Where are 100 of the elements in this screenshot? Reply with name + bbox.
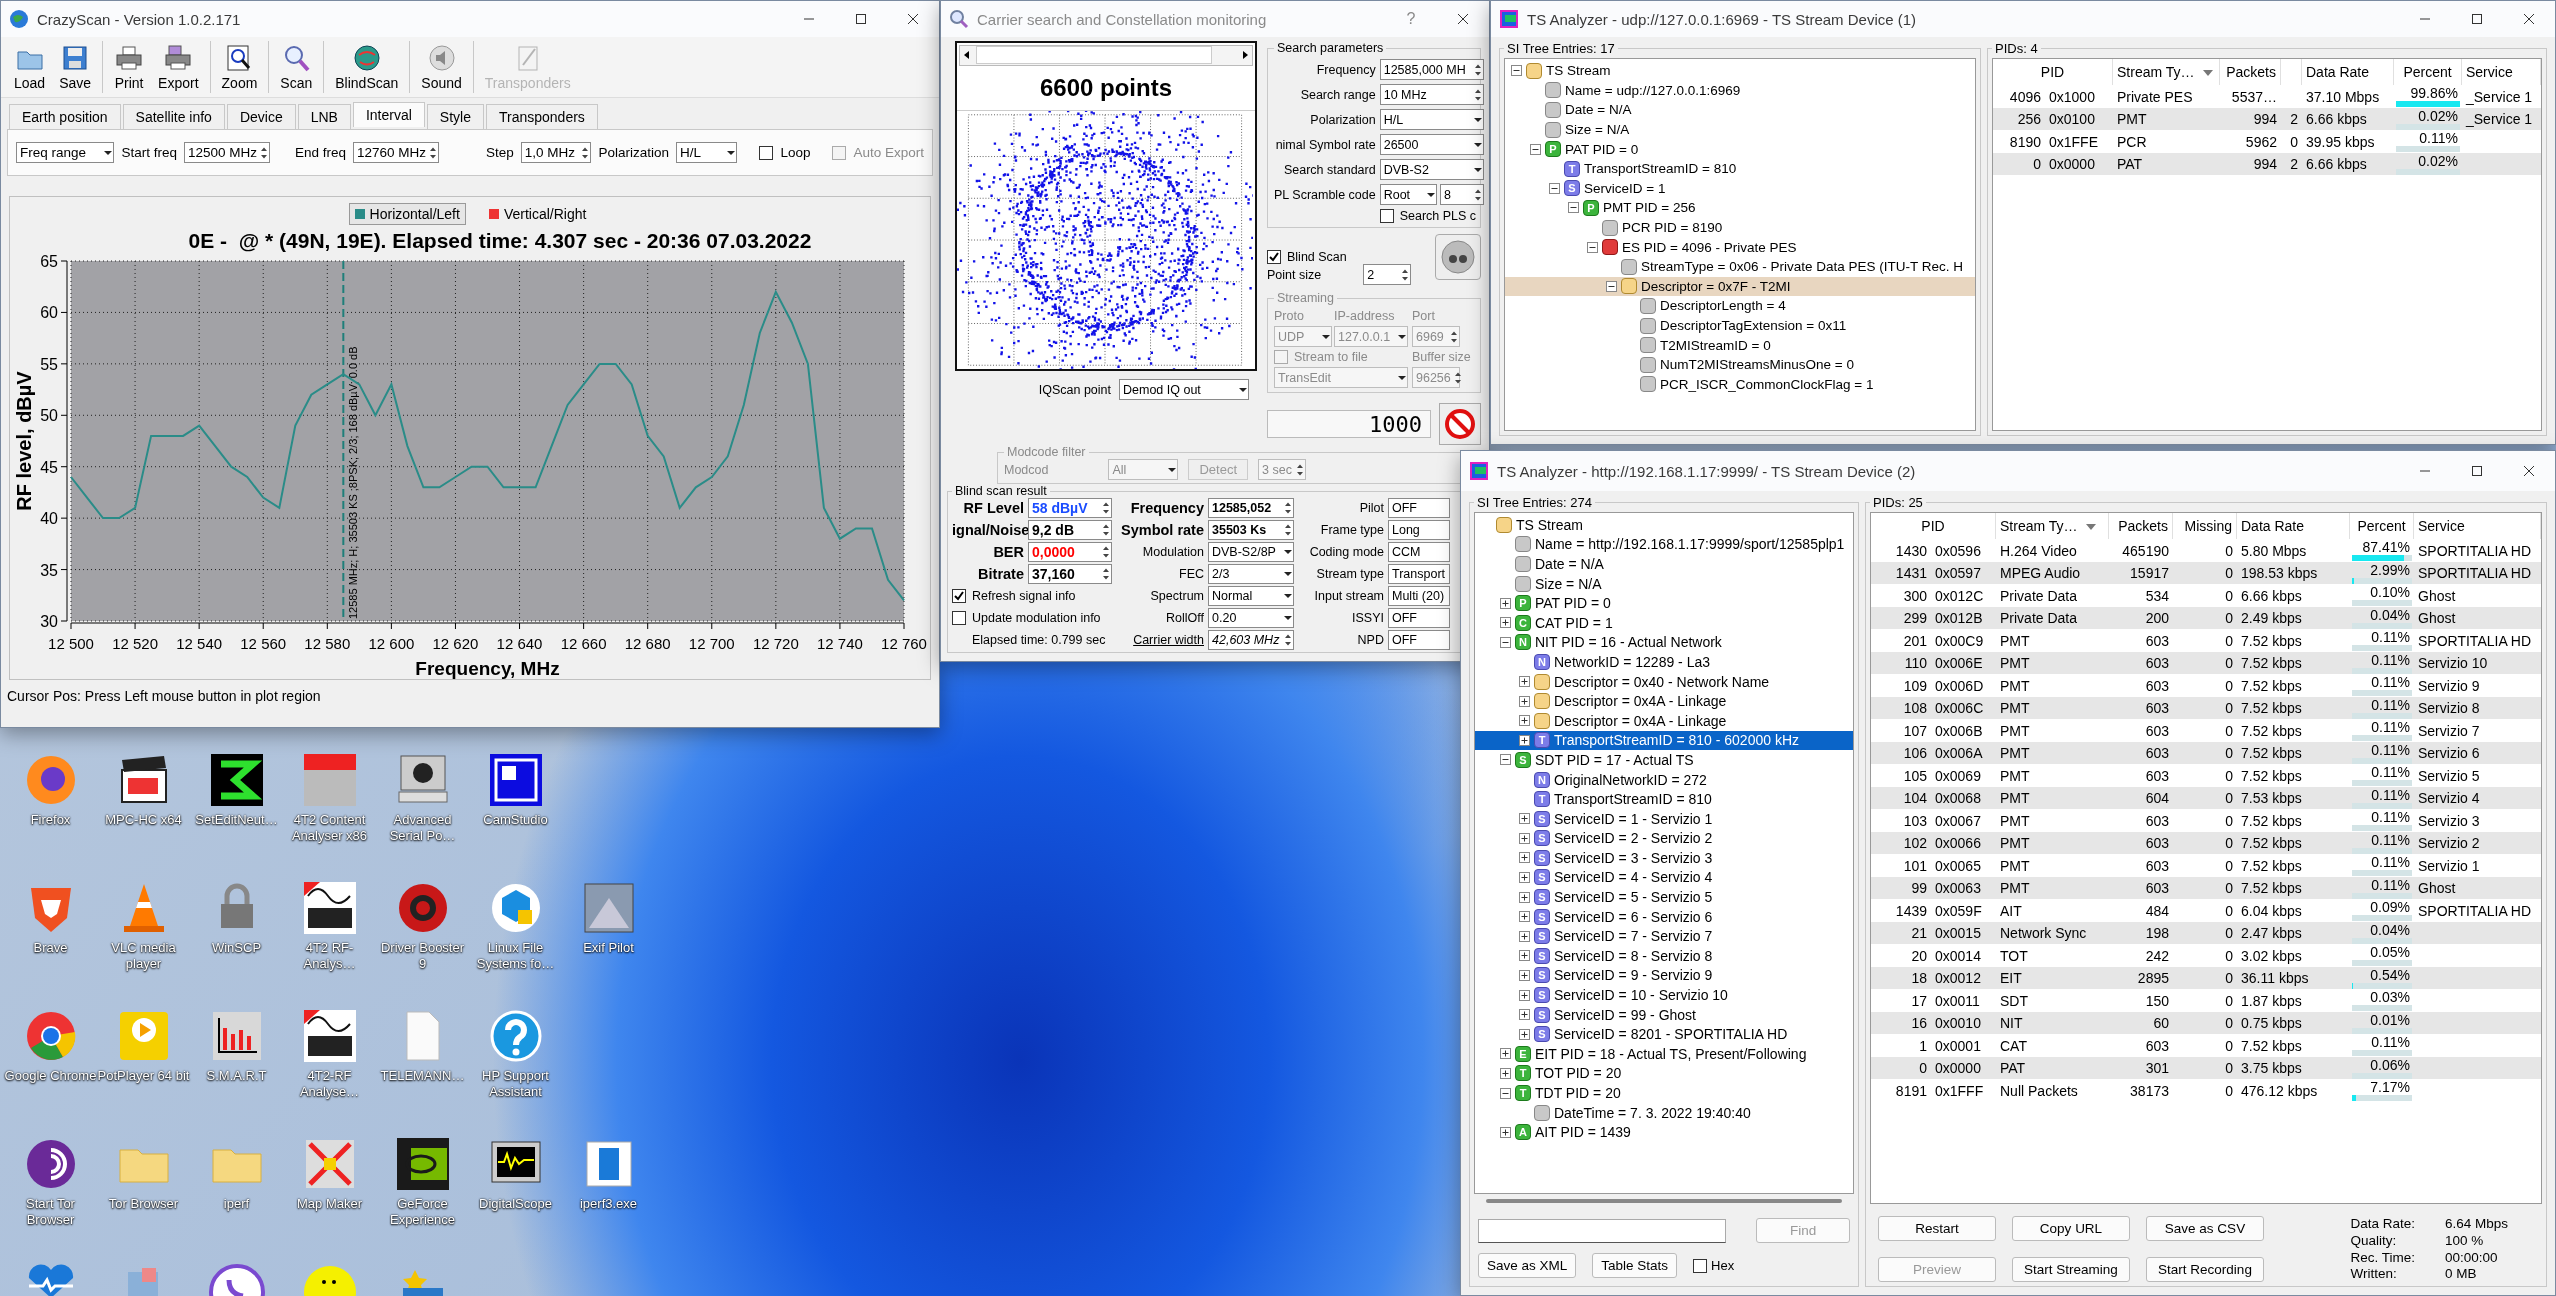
tree-item[interactable]: P PMT PID = 256 (1505, 198, 1975, 218)
tree-item[interactable]: PCR PID = 8190 (1505, 217, 1975, 238)
table-row[interactable]: 8191 0x1FFF Null Packets 38173 0 476.12 kbps 7.17% (1871, 1079, 2541, 1102)
spin-field[interactable]: 12500 MHz (183, 142, 270, 163)
collapse-icon[interactable] (1549, 182, 1560, 194)
column-header[interactable]: Missing (2173, 513, 2237, 539)
tree-item[interactable]: S ServiceID = 2 - Servizio 2 (1475, 828, 1853, 849)
tree-item[interactable]: TS Stream (1475, 515, 1853, 535)
table-row[interactable]: 103 0x0067 PMT 603 0 7.52 kbps 0.11% Servizio 3 (1871, 809, 2541, 832)
dropdown[interactable]: DVB-S2 (1379, 159, 1484, 180)
action-button[interactable]: Start Recording (2146, 1257, 2264, 1282)
column-header[interactable]: PID (1993, 59, 2113, 85)
spin-field[interactable]: 10 MHz (1379, 84, 1484, 105)
table-row[interactable]: 108 0x006C PMT 603 0 7.52 kbps 0.11% Servizio 8 (1871, 696, 2541, 719)
expand-icon[interactable] (1500, 597, 1511, 609)
collapse-icon[interactable] (1500, 636, 1511, 648)
tree-item[interactable]: S ServiceID = 6 - Servizio 6 (1475, 906, 1853, 927)
column-header[interactable]: Stream Ty… (2113, 59, 2220, 85)
checkbox[interactable] (759, 145, 774, 160)
tab[interactable]: Device (226, 104, 296, 129)
tree-item[interactable]: P PAT PID = 0 (1505, 139, 1975, 159)
table-row[interactable]: 1431 0x0597 MPEG Audio 15917 0 198.53 kbps 2.99% SPORTITALIA HD (1871, 561, 2541, 584)
tree-item[interactable]: DescriptorTagExtension = 0x11 (1505, 315, 1975, 336)
spin-field[interactable]: 12760 MHz (353, 142, 439, 163)
table-row[interactable]: 1 0x0001 CAT 603 0 7.52 kbps 0.11% (1871, 1034, 2541, 1057)
table-row[interactable]: 21 0x0015 Network Sync 198 0 2.47 kbps 0.04% (1871, 921, 2541, 944)
table-row[interactable]: 1439 0x059F AIT 484 0 6.04 kbps 0.09% SPORTITALIA HD (1871, 899, 2541, 922)
expand-icon[interactable] (1519, 695, 1530, 707)
dropdown[interactable]: Normal (1208, 586, 1294, 606)
tree-item[interactable]: T TDT PID = 20 (1475, 1083, 1853, 1103)
tree-item[interactable]: S ServiceID = 5 - Servizio 5 (1475, 887, 1853, 907)
column-header[interactable]: Percent (2350, 513, 2414, 539)
logo-button[interactable] (1435, 234, 1481, 280)
tree-item[interactable]: ES PID = 4096 - Private PES (1505, 237, 1975, 257)
tab[interactable]: Interval (352, 102, 425, 127)
dropdown[interactable]: H/L (1379, 109, 1484, 130)
spin-field[interactable]: 37,160 (1028, 564, 1112, 584)
table-row[interactable]: 256 0x0100 PMT 994 2 6.66 kbps 0.02% _Service 1 (1993, 107, 2541, 130)
table-row[interactable]: 104 0x0068 PMT 604 0 7.53 kbps 0.11% Servizio 4 (1871, 786, 2541, 809)
expand-icon[interactable] (1519, 989, 1530, 1001)
tree-item[interactable]: Name = http://192.168.1.17:9999/sport/12585plp1 (1475, 534, 1853, 555)
tree-item[interactable]: PCR_ISCR_CommonClockFlag = 1 (1505, 374, 1975, 395)
tree-item[interactable]: Descriptor = 0x7F - T2MI (1505, 276, 1975, 297)
spin-field[interactable]: 1,0 MHz (520, 142, 592, 163)
tree-item[interactable]: DescriptorLength = 4 (1505, 296, 1975, 316)
expand-icon[interactable] (1519, 1009, 1530, 1021)
expand-icon[interactable] (1519, 676, 1530, 688)
tree-item[interactable]: S ServiceID = 99 - Ghost (1475, 1004, 1853, 1025)
toolbar-button[interactable]: Load (7, 41, 53, 93)
action-button[interactable]: Restart (1878, 1216, 1996, 1241)
toolbar-button[interactable]: Sound (414, 41, 469, 93)
expand-icon[interactable] (1519, 852, 1530, 864)
expand-icon[interactable] (1519, 950, 1530, 962)
stop-button[interactable] (1439, 403, 1481, 445)
tree-item[interactable]: N NIT PID = 16 - Actual Network (1475, 632, 1853, 653)
tree-item[interactable]: S ServiceID = 8201 - SPORTITALIA HD (1475, 1024, 1853, 1045)
expand-icon[interactable] (1500, 617, 1511, 629)
expand-icon[interactable] (1519, 1028, 1530, 1040)
collapse-icon[interactable] (1511, 65, 1522, 77)
column-header[interactable]: Service (2414, 513, 2541, 539)
spin-field[interactable]: 42,603 MHz (1208, 630, 1294, 650)
table-row[interactable]: 8190 0x1FFE PCR 5962 0 39.95 kbps 0.11% (1993, 130, 2541, 153)
tree-item[interactable]: S SDT PID = 17 - Actual TS (1475, 750, 1853, 770)
collapse-icon[interactable] (1530, 143, 1541, 155)
checkbox[interactable] (952, 589, 966, 603)
toolbar-button[interactable]: Zoom (214, 41, 265, 93)
table-row[interactable]: 0 0x0000 PAT 301 0 3.75 kbps 0.06% (1871, 1056, 2541, 1079)
spin-field[interactable]: 12585,000 MH (1379, 59, 1484, 80)
table-row[interactable]: 4096 0x1000 Private PES 5537… 37.10 Mbps 99.86% _Service 1 (1993, 85, 2541, 108)
collapse-icon[interactable] (1500, 754, 1511, 766)
tree-item[interactable]: StreamType = 0x06 - Private Data PES (ITU-T Rec. H (1505, 256, 1975, 277)
table-row[interactable]: 106 0x006A PMT 603 0 7.52 kbps 0.11% Servizio 6 (1871, 741, 2541, 764)
tree-item[interactable]: S ServiceID = 3 - Servizio 3 (1475, 848, 1853, 868)
column-header[interactable]: Packets (2109, 513, 2173, 539)
table-row[interactable]: 201 0x00C9 PMT 603 0 7.52 kbps 0.11% SPORTITALIA HD (1871, 629, 2541, 652)
tree-item[interactable]: T TransportStreamID = 810 - 602000 kHz (1475, 730, 1853, 751)
table-row[interactable]: 0 0x0000 PAT 994 2 6.66 kbps 0.02% (1993, 152, 2541, 175)
expand-icon[interactable] (1500, 1048, 1511, 1060)
tab[interactable]: Transponders (485, 104, 598, 129)
expand-icon[interactable] (1519, 734, 1530, 746)
dropdown[interactable]: Root (1379, 184, 1438, 205)
column-header[interactable]: PID (1871, 513, 1996, 539)
spin-field[interactable]: 8 (1440, 184, 1484, 205)
tree-item[interactable]: N OriginalNetworkID = 272 (1475, 769, 1853, 790)
table-row[interactable]: 107 0x006B PMT 603 0 7.52 kbps 0.11% Servizio 7 (1871, 719, 2541, 742)
column-header[interactable]: Packets (2220, 59, 2281, 85)
tree-item[interactable]: Size = N/A (1505, 119, 1975, 140)
expand-icon[interactable] (1500, 1067, 1511, 1079)
tree-item[interactable]: S ServiceID = 1 - Servizio 1 (1475, 808, 1853, 829)
spin-field[interactable]: 35503 Ks (1208, 520, 1294, 540)
tree-item[interactable]: N NetworkID = 12289 - La3 (1475, 652, 1853, 672)
table-row[interactable]: 17 0x0011 SDT 150 0 1.87 kbps 0.03% (1871, 989, 2541, 1012)
checkbox[interactable] (1693, 1258, 1708, 1273)
expand-icon[interactable] (1500, 1126, 1511, 1138)
table-row[interactable]: 101 0x0065 PMT 603 0 7.52 kbps 0.11% Servizio 1 (1871, 854, 2541, 877)
toolbar-button[interactable]: Table Stats (1592, 1253, 1678, 1278)
spin-field[interactable]: 9,2 dB (1028, 520, 1112, 540)
expand-icon[interactable] (1519, 969, 1530, 981)
tree-item[interactable]: Date = N/A (1475, 554, 1853, 574)
toolbar-button[interactable]: Scan (273, 41, 320, 93)
